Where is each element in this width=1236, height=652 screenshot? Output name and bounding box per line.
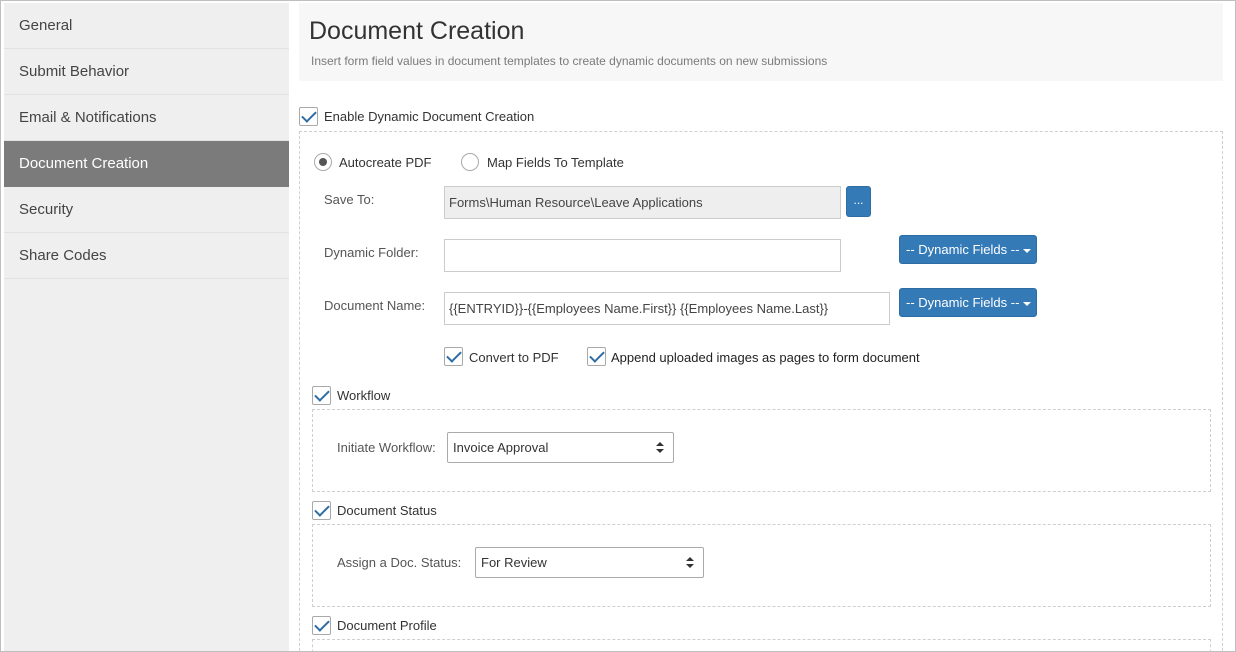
sidebar-item-document-creation[interactable]: Document Creation: [4, 141, 289, 187]
settings-sidebar: General Submit Behavior Email & Notifica…: [4, 3, 289, 651]
map-fields-radio[interactable]: [461, 153, 479, 171]
caret-down-icon: [1023, 248, 1032, 253]
autocreate-pdf-radio[interactable]: [314, 153, 332, 171]
map-fields-label: Map Fields To Template: [487, 155, 624, 170]
document-profile-box: [312, 639, 1211, 651]
sidebar-item-share-codes[interactable]: Share Codes: [4, 233, 289, 279]
caret-down-icon: [1023, 301, 1032, 306]
autocreate-pdf-label: Autocreate PDF: [339, 155, 432, 170]
append-images-checkbox[interactable]: [587, 347, 606, 366]
sidebar-item-submit-behavior[interactable]: Submit Behavior: [4, 49, 289, 95]
dynamic-folder-label: Dynamic Folder:: [324, 245, 419, 260]
dynamic-folder-input[interactable]: [444, 239, 841, 272]
document-profile-checkbox[interactable]: [312, 616, 331, 635]
document-status-checkbox[interactable]: [312, 501, 331, 520]
select-arrows-icon: [686, 557, 694, 569]
sidebar-item-email-notifications[interactable]: Email & Notifications: [4, 95, 289, 141]
document-name-label: Document Name:: [324, 298, 426, 313]
document-name-input[interactable]: {{ENTRYID}}-{{Employees Name.First}} {{E…: [444, 292, 890, 325]
initiate-workflow-select[interactable]: Invoice Approval: [447, 432, 674, 463]
enable-dynamic-document-label: Enable Dynamic Document Creation: [324, 109, 535, 124]
save-to-field[interactable]: Forms\Human Resource\Leave Applications: [444, 186, 841, 219]
sidebar-item-security[interactable]: Security: [4, 187, 289, 233]
assign-doc-status-value: For Review: [481, 555, 547, 570]
document-status-label: Document Status: [337, 503, 437, 518]
workflow-label: Workflow: [337, 388, 391, 403]
dynamic-folder-fields-button[interactable]: -- Dynamic Fields --: [899, 235, 1037, 264]
append-images-label: Append uploaded images as pages to form …: [611, 350, 920, 365]
app-frame: General Submit Behavior Email & Notifica…: [0, 0, 1236, 652]
convert-to-pdf-label: Convert to PDF: [469, 350, 559, 365]
document-name-fields-button-label: -- Dynamic Fields --: [906, 295, 1020, 310]
sidebar-item-general[interactable]: General: [4, 3, 289, 49]
convert-to-pdf-checkbox[interactable]: [444, 347, 463, 366]
page-header: Document Creation Insert form field valu…: [299, 3, 1223, 81]
workflow-checkbox[interactable]: [312, 386, 331, 405]
document-profile-label: Document Profile: [337, 618, 437, 633]
assign-doc-status-select[interactable]: For Review: [475, 547, 704, 578]
enable-dynamic-document-checkbox[interactable]: [299, 107, 318, 126]
initiate-workflow-label: Initiate Workflow:: [337, 440, 436, 455]
save-to-label: Save To:: [324, 192, 375, 207]
initiate-workflow-value: Invoice Approval: [453, 440, 549, 455]
document-name-fields-button[interactable]: -- Dynamic Fields --: [899, 288, 1037, 317]
page-subtitle: Insert form field values in document tem…: [311, 54, 828, 68]
page-title: Document Creation: [309, 17, 525, 45]
dynamic-folder-fields-button-label: -- Dynamic Fields --: [906, 242, 1020, 257]
browse-folder-button[interactable]: ...: [846, 186, 871, 217]
main-panel: Document Creation Insert form field valu…: [289, 1, 1235, 651]
select-arrows-icon: [656, 442, 664, 454]
assign-doc-status-label: Assign a Doc. Status:: [337, 555, 462, 570]
